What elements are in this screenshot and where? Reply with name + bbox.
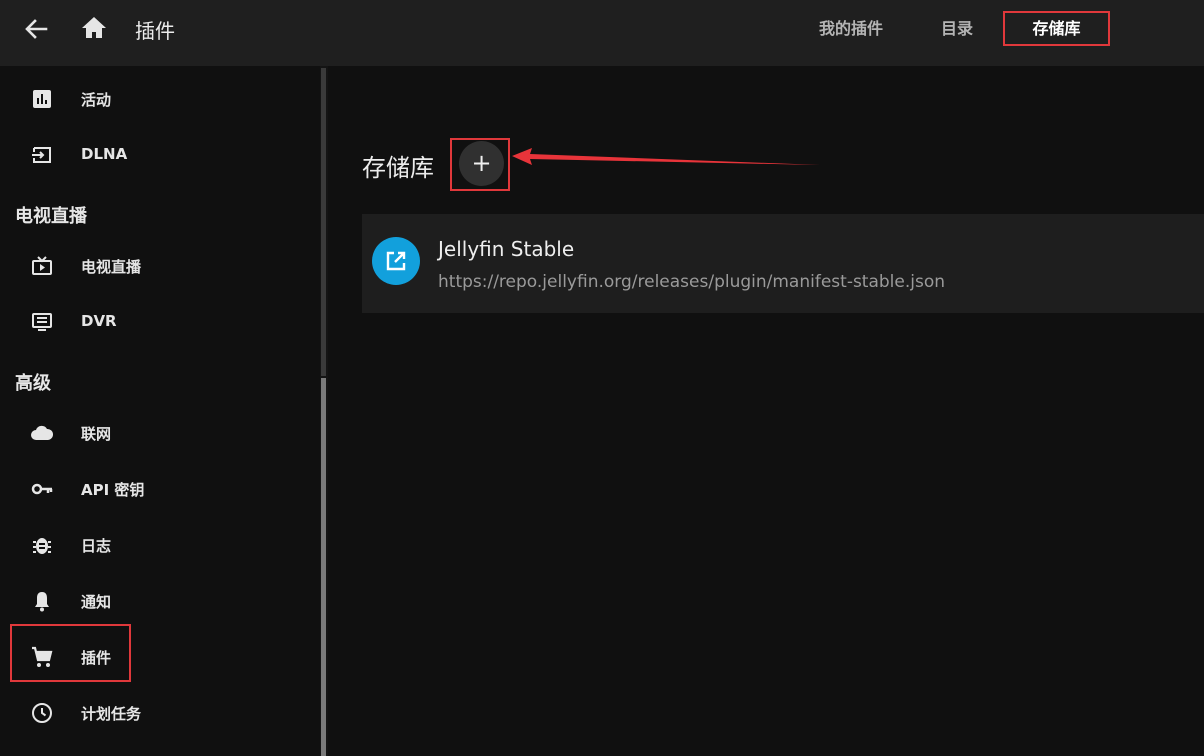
repository-url: https://repo.jellyfin.org/releases/plugi… xyxy=(438,272,946,292)
sidebar-scrollbar-upper xyxy=(321,68,326,376)
sidebar: 活动 DLNA 电视直播 电视直播 DVR 高级 联网 API 密钥 日志 通知… xyxy=(0,66,320,756)
sidebar-item-label: DVR xyxy=(81,312,117,330)
sidebar-item-api-keys[interactable]: API 密钥 xyxy=(0,467,320,511)
key-icon xyxy=(30,477,54,501)
sidebar-item-notifications[interactable]: 通知 xyxy=(0,579,320,623)
home-icon[interactable] xyxy=(78,13,110,43)
sidebar-item-label: 活动 xyxy=(81,91,112,109)
sidebar-item-label: 计划任务 xyxy=(81,705,142,723)
sidebar-item-dvr[interactable]: DVR xyxy=(0,300,320,344)
cart-icon xyxy=(30,645,54,669)
live-tv-icon xyxy=(30,254,54,278)
sidebar-scrollbar-thumb[interactable] xyxy=(321,378,326,756)
bar-chart-icon xyxy=(30,87,54,111)
section-advanced: 高级 xyxy=(15,373,51,394)
sidebar-item-label: 联网 xyxy=(81,425,112,443)
sidebar-item-live-tv[interactable]: 电视直播 xyxy=(0,244,320,288)
tab-repositories[interactable]: 存储库 xyxy=(1003,11,1110,46)
bell-icon xyxy=(30,589,54,613)
add-repository-button[interactable]: + xyxy=(459,141,504,186)
sidebar-item-networking[interactable]: 联网 xyxy=(0,411,320,455)
cloud-icon xyxy=(30,421,54,445)
repository-item[interactable]: Jellyfin Stable https://repo.jellyfin.or… xyxy=(362,214,1204,313)
open-in-new-icon[interactable] xyxy=(372,237,420,285)
app-header: 插件 我的插件 目录 存储库 xyxy=(0,0,1204,66)
input-icon xyxy=(30,143,54,167)
sidebar-item-label: 电视直播 xyxy=(81,258,142,276)
annotation-arrow xyxy=(512,148,820,165)
section-live-tv: 电视直播 xyxy=(15,206,87,227)
back-arrow-icon[interactable] xyxy=(20,14,52,44)
section-title: 存储库 xyxy=(362,154,434,182)
sidebar-item-logs[interactable]: 日志 xyxy=(0,523,320,567)
sidebar-item-scheduled-tasks[interactable]: 计划任务 xyxy=(0,691,320,735)
sidebar-item-dlna[interactable]: DLNA xyxy=(0,133,320,177)
repository-name: Jellyfin Stable xyxy=(438,237,575,261)
sidebar-item-label: 通知 xyxy=(81,593,112,611)
sidebar-item-activity[interactable]: 活动 xyxy=(0,77,320,121)
sidebar-item-plugins[interactable]: 插件 xyxy=(0,635,320,679)
sidebar-item-label: API 密钥 xyxy=(81,481,145,499)
bug-icon xyxy=(30,533,54,557)
dvr-icon xyxy=(30,310,54,334)
sidebar-item-label: 日志 xyxy=(81,537,112,555)
tab-my-plugins[interactable]: 我的插件 xyxy=(806,11,896,46)
tab-catalog[interactable]: 目录 xyxy=(930,11,984,46)
sidebar-item-label: 插件 xyxy=(81,649,112,667)
page-title: 插件 xyxy=(135,19,175,43)
clock-icon xyxy=(30,701,54,725)
sidebar-item-label: DLNA xyxy=(81,145,128,163)
